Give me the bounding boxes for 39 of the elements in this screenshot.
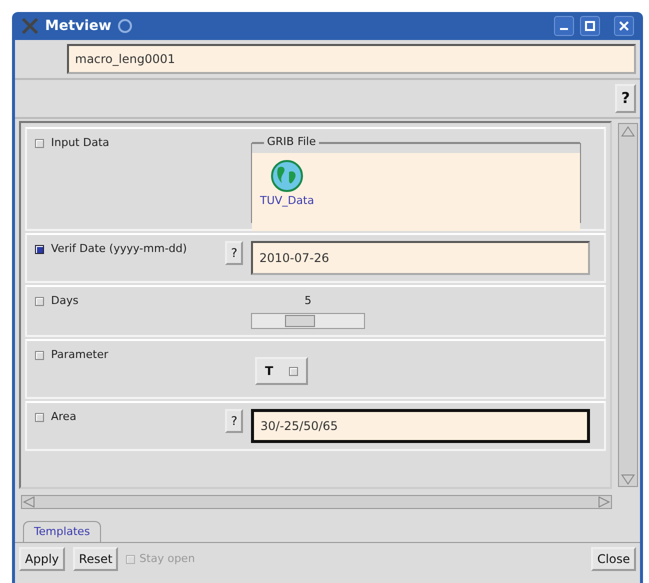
globe-icon xyxy=(270,158,304,192)
field-label: Days xyxy=(51,292,78,308)
minimize-icon xyxy=(560,28,568,30)
close-dialog-button[interactable]: Close xyxy=(591,547,636,571)
tab[interactable]: Templates xyxy=(23,520,101,542)
checkbox[interactable] xyxy=(35,138,44,148)
window-title: Metview xyxy=(45,16,112,36)
action-button[interactable]: Apply xyxy=(19,547,65,571)
file-item[interactable]: TUV_Data xyxy=(260,158,314,209)
maximize-button[interactable] xyxy=(580,16,600,36)
close-icon xyxy=(619,21,629,31)
field-label: Input Data xyxy=(51,134,110,150)
minimize-button[interactable] xyxy=(554,16,574,36)
option-menu[interactable]: T xyxy=(255,357,308,385)
text-field[interactable]: 30/-25/50/65 xyxy=(251,409,590,443)
checkbox[interactable] xyxy=(35,244,44,254)
scroll-left-icon[interactable] xyxy=(22,496,36,508)
checkbox[interactable] xyxy=(35,413,44,422)
slider-value: 5 xyxy=(304,292,312,308)
close-button[interactable] xyxy=(614,16,634,36)
action-button[interactable]: Reset xyxy=(72,547,118,571)
help-button[interactable]: ? xyxy=(225,409,244,433)
scroll-right-icon[interactable] xyxy=(597,496,611,508)
app-icon xyxy=(21,17,39,35)
field-label: Verif Date (yyyy-mm-dd) xyxy=(51,240,187,256)
vertical-scrollbar[interactable] xyxy=(618,122,638,486)
maximize-icon xyxy=(585,21,595,31)
text-field[interactable]: 2010-07-26 xyxy=(251,240,590,274)
field-label: Area xyxy=(51,409,76,425)
help-button[interactable]: ? xyxy=(615,84,636,112)
field-label: Parameter xyxy=(51,347,108,363)
horizontal-scrollbar[interactable] xyxy=(21,494,612,508)
checkbox[interactable] xyxy=(35,351,44,360)
name-field[interactable]: macro_leng0001 xyxy=(67,44,636,74)
scroll-up-icon[interactable] xyxy=(619,124,637,138)
slider-thumb[interactable] xyxy=(284,315,315,327)
scroll-down-icon[interactable] xyxy=(619,472,637,486)
help-button[interactable]: ? xyxy=(225,240,244,264)
checkbox[interactable] xyxy=(35,296,44,306)
